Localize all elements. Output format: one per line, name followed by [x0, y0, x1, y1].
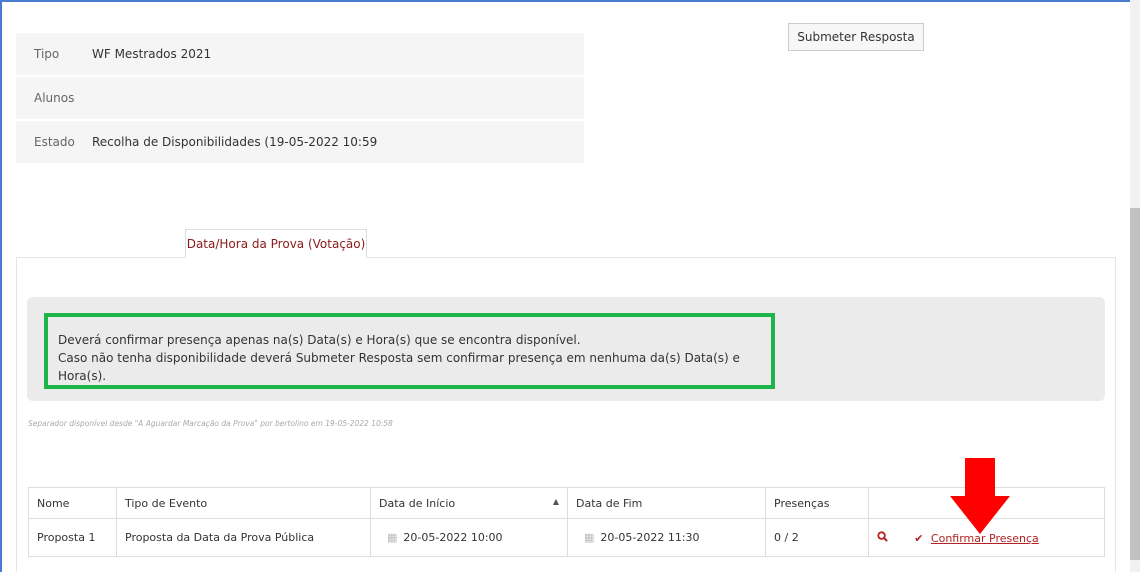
info-row-alunos: Alunos — [16, 77, 584, 119]
header-label: Nome — [37, 496, 70, 510]
info-label: Tipo — [34, 47, 60, 61]
red-arrow-down-annotation — [950, 458, 1010, 534]
header-label: Data de Início — [379, 496, 456, 510]
header-label: Tipo de Evento — [125, 496, 208, 510]
info-label: Estado — [34, 135, 75, 149]
header-label: Data de Fim — [576, 496, 643, 510]
column-header-presencas[interactable]: Presenças — [765, 487, 869, 519]
info-value: WF Mestrados 2021 — [92, 47, 212, 61]
header-label: Presenças — [774, 496, 830, 510]
cell-nome: Proposta 1 — [28, 518, 117, 557]
check-icon: ✔ — [914, 531, 924, 545]
separator-note: Separador disponível desde "A Aguardar M… — [28, 419, 393, 428]
table-header-row: Nome Tipo de Evento Data de Início ▲ Data… — [28, 487, 1105, 519]
table-row: Proposta 1 Proposta da Data da Prova Púb… — [28, 518, 1105, 557]
column-header-inicio[interactable]: Data de Início ▲ — [370, 487, 568, 519]
info-row-tipo: Tipo WF Mestrados 2021 — [16, 33, 584, 75]
notice-highlight-box: Deverá confirmar presença apenas na(s) D… — [44, 313, 775, 389]
column-header-fim[interactable]: Data de Fim — [567, 487, 766, 519]
tab-data-hora-prova[interactable]: Data/Hora da Prova (Votação) — [185, 229, 367, 258]
info-row-estado: Estado Recolha de Disponibilidades (19-0… — [16, 121, 584, 163]
info-panel: Tipo WF Mestrados 2021 Alunos Estado Rec… — [16, 33, 584, 165]
cell-tipo: Proposta da Data da Prova Pública — [116, 518, 371, 557]
cell-fim: ▦ 20-05-2022 11:30 — [567, 518, 766, 557]
notice-line-2: Caso não tenha disponibilidade deverá Su… — [58, 351, 740, 383]
calendar-icon: ▦ — [387, 531, 398, 544]
notice-line-1: Deverá confirmar presença apenas na(s) D… — [58, 333, 581, 347]
calendar-icon: ▦ — [584, 531, 595, 544]
end-date-value: 20-05-2022 11:30 — [600, 531, 700, 544]
cell-inicio: ▦ 20-05-2022 10:00 — [370, 518, 568, 557]
sort-asc-icon[interactable]: ▲ — [553, 497, 559, 506]
cell-presencas: 0 / 2 — [765, 518, 869, 557]
info-label: Alunos — [34, 91, 75, 105]
submit-response-button[interactable]: Submeter Resposta — [788, 23, 924, 51]
column-header-tipo[interactable]: Tipo de Evento — [116, 487, 371, 519]
scrollbar-thumb[interactable] — [1130, 208, 1140, 560]
events-table: Nome Tipo de Evento Data de Início ▲ Data… — [28, 487, 1105, 557]
info-value: Recolha de Disponibilidades (19-05-2022 … — [92, 135, 378, 149]
column-header-nome[interactable]: Nome — [28, 487, 117, 519]
start-date-value: 20-05-2022 10:00 — [403, 531, 503, 544]
search-icon[interactable] — [877, 530, 892, 545]
vertical-scrollbar[interactable] — [1130, 0, 1140, 572]
